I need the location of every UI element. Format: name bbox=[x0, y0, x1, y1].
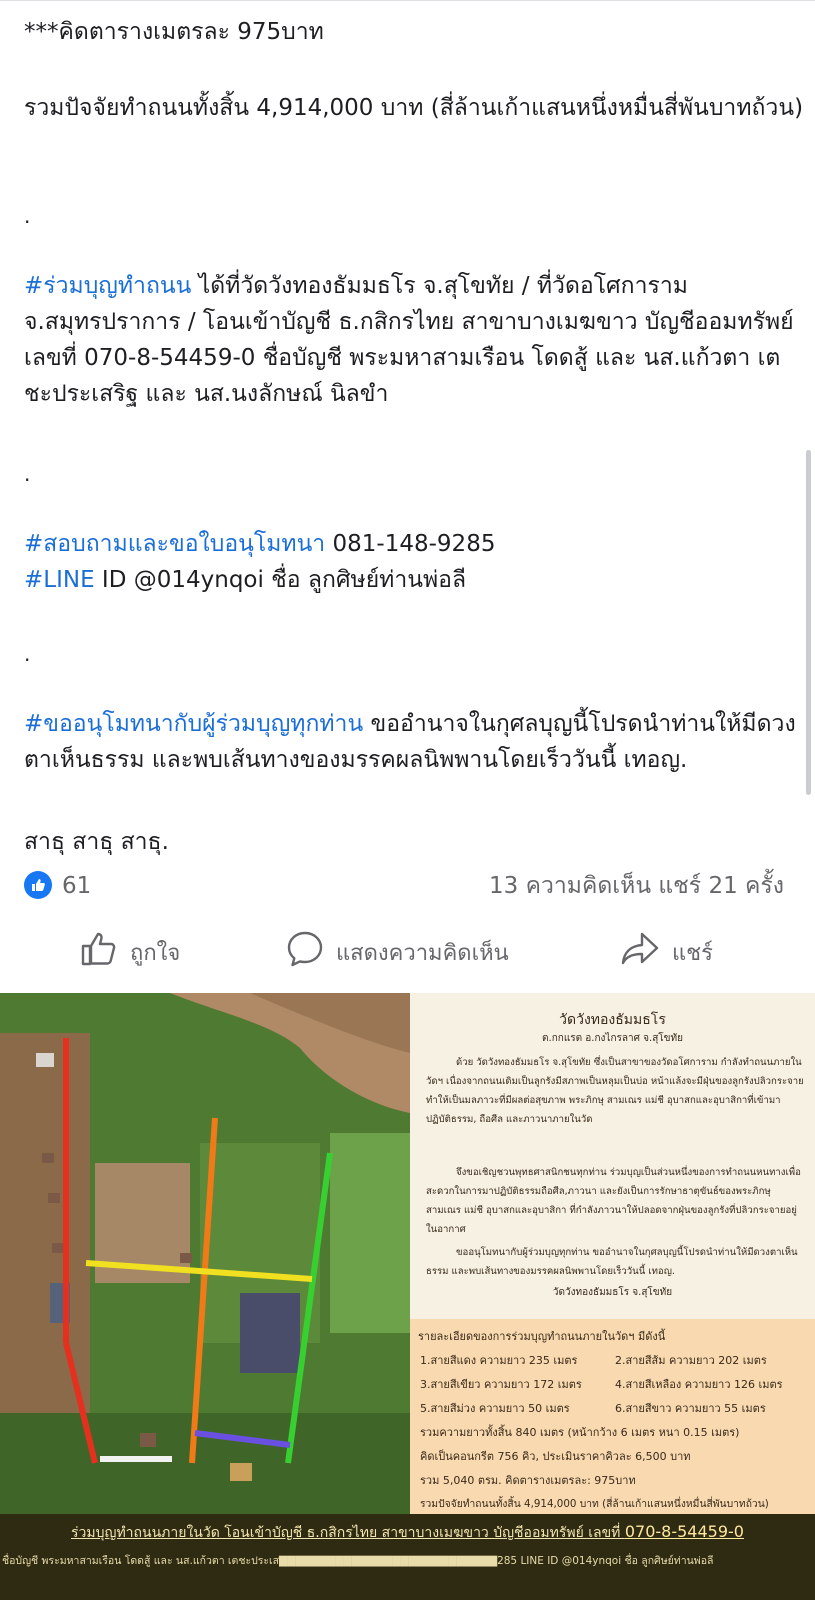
line-id-text: ID @014ynqoi ชื่อ ลูกศิษย์ท่านพ่อลี bbox=[94, 567, 467, 593]
detail-yellow-line: 4.สายสีเหลือง ความยาว 126 เมตร bbox=[615, 1378, 783, 1391]
notice-signature: วัดวังทองธัมมธโร จ.สุโขทัย bbox=[552, 1287, 673, 1298]
comment-label: แสดงความคิดเห็น bbox=[336, 940, 509, 966]
separator-dot: . bbox=[24, 462, 31, 486]
account-banner: ร่วมบุญทำถนนภายในวัด โอนเข้าบัญชี ธ.กสิก… bbox=[0, 1514, 815, 1600]
share-button[interactable]: แชร์ bbox=[620, 931, 713, 973]
post-paragraph-line: #LINE ID @014ynqoi ชื่อ ลูกศิษย์ท่านพ่อล… bbox=[24, 562, 804, 598]
comment-button[interactable]: แสดงความคิดเห็น bbox=[286, 931, 509, 973]
detail-concrete: คิดเป็นคอนกรีต 756 คิว, ประเมินราคาคิวละ… bbox=[420, 1450, 691, 1463]
post-text-sadhu: สาธุ สาธุ สาธุ. bbox=[24, 829, 169, 855]
scrollbar[interactable] bbox=[806, 450, 811, 795]
like-count[interactable]: 61 bbox=[62, 868, 91, 904]
detail-green-line: 3.สายสีเขียว ความยาว 172 เมตร bbox=[420, 1378, 582, 1391]
hashtag-anumodana[interactable]: #ขออนุโมทนากับผู้ร่วมบุญทุกท่าน bbox=[24, 711, 363, 737]
hashtag-donate-road[interactable]: #ร่วมบุญทำถนน bbox=[24, 273, 191, 299]
divider bbox=[0, 0, 815, 1]
post-paragraph-donate: #ร่วมบุญทำถนน ได้ที่วัดวังทองธัมมธโร จ.ส… bbox=[24, 268, 804, 412]
post-paragraph-inquiry: #สอบถามและขอใบอนุโมทนา 081-148-9285 bbox=[24, 526, 804, 562]
inquiry-phone: 081-148-9285 bbox=[325, 531, 496, 557]
post-photo[interactable]: วัดวังทองธัมมธโร ต.กกแรต อ.กงไกรลาศ จ.สุ… bbox=[0, 993, 815, 1600]
post-actions: ถูกใจ แสดงความคิดเห็น แชร์ bbox=[0, 925, 815, 980]
detail-grand-total: รวมปัจจัยทำถนนทั้งสิ้น 4,914,000 บาท (สี… bbox=[420, 1498, 769, 1510]
notice-paragraph-2: จึงขอเชิญชวนพุทธศาสนิกชนทุกท่าน ร่วมบุญเ… bbox=[426, 1167, 801, 1235]
share-label: แชร์ bbox=[672, 940, 713, 966]
donation-notice: วัดวังทองธัมมธโร ต.กกแรต อ.กงไกรลาศ จ.สุ… bbox=[410, 993, 815, 1514]
detail-area: รวม 5,040 ตรม. คิดตารางเมตรละ: 975บาท bbox=[420, 1474, 636, 1487]
post-text-total: รวมปัจจัยทำถนนทั้งสิ้น 4,914,000 บาท (สี… bbox=[24, 95, 804, 121]
thumbs-up-icon bbox=[80, 931, 118, 973]
hashtag-inquiry[interactable]: #สอบถามและขอใบอนุโมทนา bbox=[24, 531, 325, 557]
post-paragraph-anumodana: #ขออนุโมทนากับผู้ร่วมบุญทุกท่าน ขออำนาจใ… bbox=[24, 706, 804, 778]
detail-heading: รายละเอียดของการร่วมบุญทำถนนภายในวัดฯ มี… bbox=[418, 1330, 666, 1343]
banner-account-number: 070-8-54459-0 bbox=[624, 1522, 744, 1541]
comments-shares-count[interactable]: 13 ความคิดเห็น แชร์ 21 ครั้ง bbox=[489, 868, 784, 904]
share-arrow-icon bbox=[620, 931, 660, 973]
like-button[interactable]: ถูกใจ bbox=[80, 931, 180, 973]
notice-title: วัดวังทองธัมมธโร bbox=[559, 1012, 666, 1028]
notice-paragraph-1: ด้วย วัดวังทองธัมมธโร จ.สุโขทัย ซึ่งเป็น… bbox=[426, 1057, 804, 1125]
detail-total-length: รวมความยาวทั้งสิ้น 840 เมตร (หน้ากว้าง 6… bbox=[420, 1426, 740, 1439]
detail-purple-line: 5.สายสีม่วง ความยาว 50 เมตร bbox=[420, 1402, 570, 1415]
detail-orange-line: 2.สายสีส้ม ความยาว 202 เมตร bbox=[615, 1354, 767, 1367]
like-reaction-icon[interactable] bbox=[24, 871, 52, 899]
notice-subtitle: ต.กกแรต อ.กงไกรลาศ จ.สุโขทัย bbox=[542, 1033, 683, 1044]
separator-dot: . bbox=[24, 642, 31, 666]
like-label: ถูกใจ bbox=[130, 940, 181, 966]
comment-bubble-icon bbox=[286, 930, 324, 974]
separator-dot: . bbox=[24, 204, 31, 228]
post-stats: 61 13 ความคิดเห็น แชร์ 21 ครั้ง bbox=[24, 868, 784, 904]
notice-paragraph-3: ขออนุโมทนากับผู้ร่วมบุญทุกท่าน ขออำนาจใน… bbox=[426, 1247, 798, 1277]
post-text-cost: ***คิดตารางเมตรละ 975บาท bbox=[24, 19, 324, 45]
banner-line-1: ร่วมบุญทำถนนภายในวัด โอนเข้าบัญชี ธ.กสิก… bbox=[0, 1522, 815, 1544]
road-detail-box: รายละเอียดของการร่วมบุญทำถนนภายในวัดฯ มี… bbox=[410, 1319, 815, 1514]
aerial-map-photo bbox=[0, 993, 410, 1514]
hashtag-line[interactable]: #LINE bbox=[24, 567, 95, 593]
banner-text: ร่วมบุญทำถนนภายในวัด โอนเข้าบัญชี ธ.กสิก… bbox=[71, 1525, 625, 1541]
detail-red-line: 1.สายสีแดง ความยาว 235 เมตร bbox=[420, 1354, 578, 1367]
detail-white-line: 6.สายสีขาว ความยาว 55 เมตร bbox=[615, 1402, 766, 1415]
banner-line-2: ชื่อบัญชี พระมหาสามเรือน โดดสู้ และ นส.แ… bbox=[2, 1555, 714, 1567]
